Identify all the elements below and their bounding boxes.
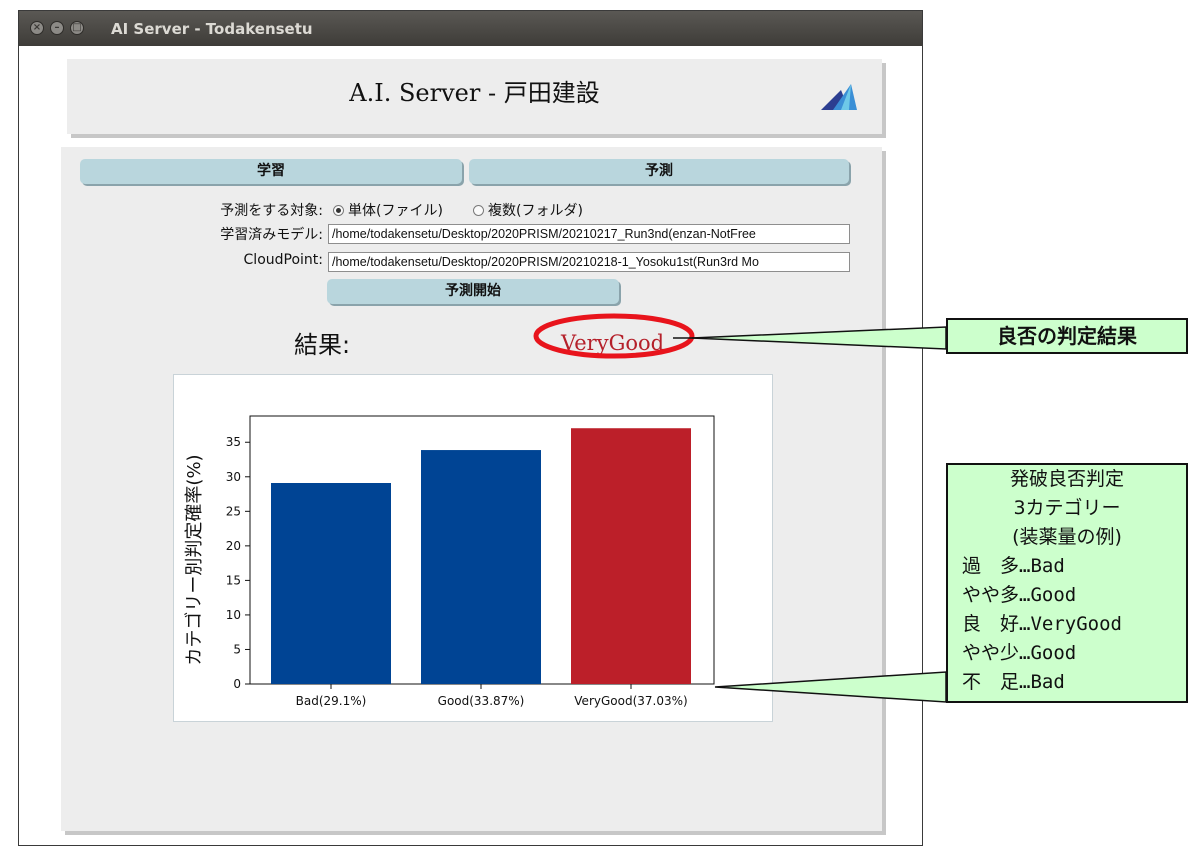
- category-line: やや多…Good: [962, 584, 1077, 606]
- app-title: A.I. Server - 戸田建設: [349, 79, 600, 107]
- tab-train[interactable]: 学習: [80, 159, 462, 184]
- y-tick-label: 5: [233, 642, 241, 656]
- tab-predict[interactable]: 予測: [469, 159, 849, 184]
- y-tick-label: 30: [226, 470, 241, 484]
- category-callout: 発破良否判定 3カテゴリー (装薬量の例) 過 多…Bad やや多…Good 良…: [946, 463, 1188, 703]
- y-axis-label: カテゴリー別判定確率(%): [184, 454, 205, 665]
- chart-bar: [571, 428, 691, 684]
- y-tick-label: 20: [226, 539, 241, 553]
- mountain-logo-icon: [821, 84, 857, 110]
- y-tick-label: 0: [233, 677, 241, 691]
- x-tick-label: VeryGood(37.03%): [574, 694, 687, 708]
- category-line: 不 足…Bad: [962, 671, 1065, 693]
- category-title-3: (装薬量の例): [1012, 526, 1122, 548]
- result-value: VeryGood: [561, 331, 665, 355]
- category-line: 過 多…Bad: [962, 555, 1065, 577]
- result-label: 結果:: [294, 331, 351, 359]
- close-window-icon[interactable]: ×: [30, 21, 44, 35]
- category-title-2: 3カテゴリー: [1013, 497, 1121, 519]
- radio-single-dot-icon[interactable]: [333, 204, 344, 216]
- category-line: 良 好…VeryGood: [962, 613, 1122, 635]
- title-bar: × – □ AI Server - Todakensetu: [19, 11, 922, 46]
- maximize-window-icon[interactable]: □: [70, 21, 84, 35]
- header-panel: A.I. Server - 戸田建設: [67, 59, 882, 134]
- x-tick-label: Bad(29.1%): [296, 694, 367, 708]
- radio-multi-dot-icon[interactable]: [473, 204, 484, 216]
- model-path-input[interactable]: /home/todakensetu/Desktop/2020PRISM/2021…: [328, 224, 850, 244]
- radio-multi-label: 複数(フォルダ): [488, 203, 583, 219]
- radio-single-label: 単体(ファイル): [348, 203, 443, 219]
- y-tick-label: 35: [226, 435, 241, 449]
- chart-bar: [271, 483, 391, 684]
- model-label: 学習済みモデル:: [220, 227, 323, 243]
- window-title: AI Server - Todakensetu: [111, 20, 313, 38]
- result-callout: 良否の判定結果: [946, 318, 1188, 354]
- start-prediction-button[interactable]: 予測開始: [327, 279, 619, 304]
- cloudpoint-label: CloudPoint:: [243, 252, 323, 268]
- radio-multi-folder[interactable]: 複数(フォルダ): [473, 200, 583, 220]
- cloudpoint-path-input[interactable]: /home/todakensetu/Desktop/2020PRISM/2021…: [328, 252, 850, 272]
- category-line: やや少…Good: [962, 642, 1077, 664]
- probability-chart: 0 5 10 15 20 25 30 35 Bad(29.1%) Good(33.87%) Very…: [173, 374, 773, 722]
- chart-svg: 0 5 10 15 20 25 30 35 Bad(29.1%) Good(33.87%) Very…: [184, 415, 715, 708]
- y-tick-label: 25: [226, 504, 241, 518]
- radio-single-file[interactable]: 単体(ファイル): [333, 200, 443, 220]
- app-window: × – □ AI Server - Todakensetu A.I. Serve…: [18, 10, 923, 846]
- y-tick-label: 10: [226, 608, 241, 622]
- target-label: 予測をする対象:: [220, 203, 323, 219]
- y-tick-label: 15: [226, 573, 241, 587]
- minimize-window-icon[interactable]: –: [50, 21, 64, 35]
- category-title-1: 発破良否判定: [1009, 468, 1124, 490]
- chart-bar: [421, 450, 541, 684]
- x-tick-label: Good(33.87%): [438, 694, 525, 708]
- main-panel: 学習 予測 予測をする対象: 単体(ファイル) 複数(フォルダ) 学習済みモデル…: [61, 147, 882, 831]
